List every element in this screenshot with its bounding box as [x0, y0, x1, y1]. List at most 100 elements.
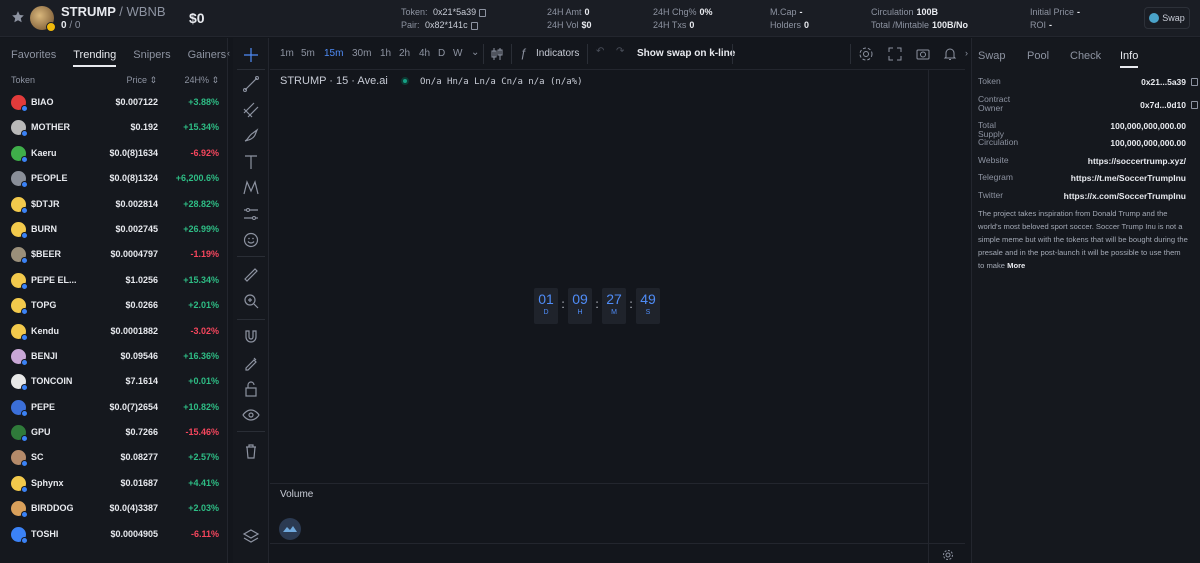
brush-icon[interactable] [242, 127, 260, 145]
info-value: 0x7d...0d10 [1140, 99, 1186, 110]
show-swap-toggle[interactable]: Show swap on k-line [637, 48, 735, 59]
tab-pool[interactable]: Pool [1027, 50, 1049, 62]
token-logo-icon [11, 425, 28, 443]
token-price: $0.007122 [115, 97, 158, 107]
token-change: +6,200.6% [175, 173, 219, 184]
token-row[interactable]: BIAO $0.007122 +3.88% [0, 90, 227, 115]
token-row[interactable]: TONCOIN $7.1614 +0.01% [0, 369, 227, 394]
token-row[interactable]: TOSHI $0.0004905 -6.11% [0, 522, 227, 547]
more-link[interactable]: More [1007, 261, 1025, 270]
token-row[interactable]: SC $0.08277 +2.57% [0, 445, 227, 470]
indicators-icon[interactable]: ƒ [520, 46, 527, 60]
info-value[interactable]: https://x.com/SoccerTrumpInu [1064, 191, 1186, 201]
tab-info[interactable]: Info [1120, 50, 1139, 68]
timeframe-5m[interactable]: 5m [301, 48, 315, 59]
token-row[interactable]: PEPE $0.0(7)2654 +10.82% [0, 395, 227, 420]
trend-line-icon[interactable] [242, 75, 260, 93]
copy-icon[interactable] [479, 8, 487, 17]
copy-icon[interactable] [1191, 78, 1198, 86]
fullscreen-icon[interactable] [887, 46, 903, 62]
pair-address[interactable]: Pair: 0x82*141c [401, 20, 478, 30]
timeframe-1m[interactable]: 1m [280, 48, 294, 59]
token-row[interactable]: Sphynx $0.01687 +4.41% [0, 471, 227, 496]
chain-badge-icon [21, 231, 28, 239]
token-row[interactable]: $DTJR $0.002814 +28.82% [0, 192, 227, 217]
countdown-unit: S [645, 309, 651, 316]
token-row[interactable]: Kendu $0.0001882 -3.02% [0, 319, 227, 344]
swap-button[interactable]: Swap [1144, 7, 1190, 29]
copy-icon[interactable] [470, 21, 478, 30]
stat-label: Holders [770, 20, 802, 30]
stat-value: 0 [804, 20, 810, 30]
chain-badge-icon [21, 536, 28, 544]
chain-badge-icon [21, 333, 28, 341]
eye-icon[interactable] [242, 406, 260, 424]
crosshair-icon[interactable] [242, 46, 260, 64]
info-value[interactable]: https://t.me/SoccerTrumpInu [1071, 173, 1186, 183]
token-logo-icon [11, 501, 28, 519]
timeframe-dropdown-chevron-icon[interactable]: ⌄ [471, 47, 479, 58]
info-row: Contract Owner 0x7d...0d10 [972, 92, 1200, 118]
token-row[interactable]: BIRDDOG $0.0(4)3387 +2.03% [0, 496, 227, 521]
lock-drawing-icon[interactable] [242, 354, 260, 372]
pattern-icon[interactable] [242, 179, 260, 197]
token-row[interactable]: PEOPLE $0.0(8)1324 +6,200.6% [0, 166, 227, 191]
timeframe-1h[interactable]: 1h [380, 48, 391, 59]
col-price-sort[interactable]: Price ⇕ [126, 75, 157, 86]
tab-gainers[interactable]: Gainers [188, 49, 227, 61]
token-row[interactable]: BURN $0.002745 +26.99% [0, 217, 227, 242]
indicators-button[interactable]: Indicators [536, 48, 579, 59]
parallel-channel-icon[interactable] [242, 101, 260, 119]
axis-settings-icon[interactable] [942, 549, 954, 561]
pair-avatar [30, 6, 56, 32]
ruler-icon[interactable] [242, 266, 260, 284]
layers-icon[interactable] [242, 527, 260, 545]
timeframe-2h[interactable]: 2h [399, 48, 410, 59]
token-row[interactable]: GPU $0.7266 -15.46% [0, 420, 227, 445]
timeframe-w[interactable]: W [453, 48, 462, 59]
star-favorite-icon[interactable] [11, 10, 25, 24]
volume-pane-divider[interactable] [270, 483, 928, 484]
timeframe-30m[interactable]: 30m [352, 48, 371, 59]
alert-bell-icon[interactable] [942, 46, 958, 62]
text-icon[interactable] [242, 153, 260, 171]
settings-gear-icon[interactable] [858, 46, 874, 62]
info-value[interactable]: https://soccertrump.xyz/ [1088, 156, 1186, 166]
token-address[interactable]: Token: 0x21*5a39 [401, 7, 487, 17]
chain-badge-icon [21, 181, 28, 189]
unlock-icon[interactable] [242, 380, 260, 398]
tab-snipers[interactable]: Snipers [133, 49, 170, 61]
copy-icon[interactable] [1191, 100, 1198, 109]
tab-trending[interactable]: Trending [73, 49, 117, 67]
magnet-icon[interactable] [242, 328, 260, 346]
token-row[interactable]: MOTHER $0.192 +15.34% [0, 115, 227, 140]
col-24h-sort[interactable]: 24H% ⇕ [184, 75, 219, 86]
candle-style-icon[interactable] [489, 46, 505, 62]
info-key: Website [978, 154, 1009, 165]
token-row[interactable]: PEPE EL... $1.0256 +15.34% [0, 268, 227, 293]
token-row[interactable]: Kaeru $0.0(8)1634 -6.92% [0, 141, 227, 166]
tab-check[interactable]: Check [1070, 50, 1101, 62]
chart-area[interactable]: 1m 5m 15m 30m 1h 2h 4h D W ⌄ ƒ Indicator… [270, 38, 965, 563]
timeframe-d[interactable]: D [438, 48, 445, 59]
tab-swap[interactable]: Swap [978, 50, 1006, 62]
token-row[interactable]: BENJI $0.09546 +16.36% [0, 344, 227, 369]
ave-logo-icon [279, 518, 301, 540]
token-row[interactable]: TOPG $0.0266 +2.01% [0, 293, 227, 318]
chain-badge-icon [21, 206, 28, 214]
camera-icon[interactable] [915, 46, 931, 62]
token-price: $0.01687 [120, 477, 158, 488]
redo-icon[interactable]: ↷ [616, 46, 624, 57]
token-change: +15.34% [183, 274, 219, 285]
undo-icon[interactable]: ↶ [596, 46, 604, 57]
token-name: BENJI [31, 350, 58, 361]
token-row[interactable]: $BEER $0.0004797 -1.19% [0, 242, 227, 267]
timeframe-4h[interactable]: 4h [419, 48, 430, 59]
emoji-icon[interactable] [242, 231, 260, 249]
info-row: Telegram https://t.me/SoccerTrumpInu [972, 170, 1200, 188]
zoom-in-icon[interactable] [242, 292, 260, 310]
tab-favorites[interactable]: Favorites [11, 49, 56, 61]
measure-icon[interactable] [242, 205, 260, 223]
trash-icon[interactable] [242, 442, 260, 460]
timeframe-15m[interactable]: 15m [324, 48, 343, 59]
